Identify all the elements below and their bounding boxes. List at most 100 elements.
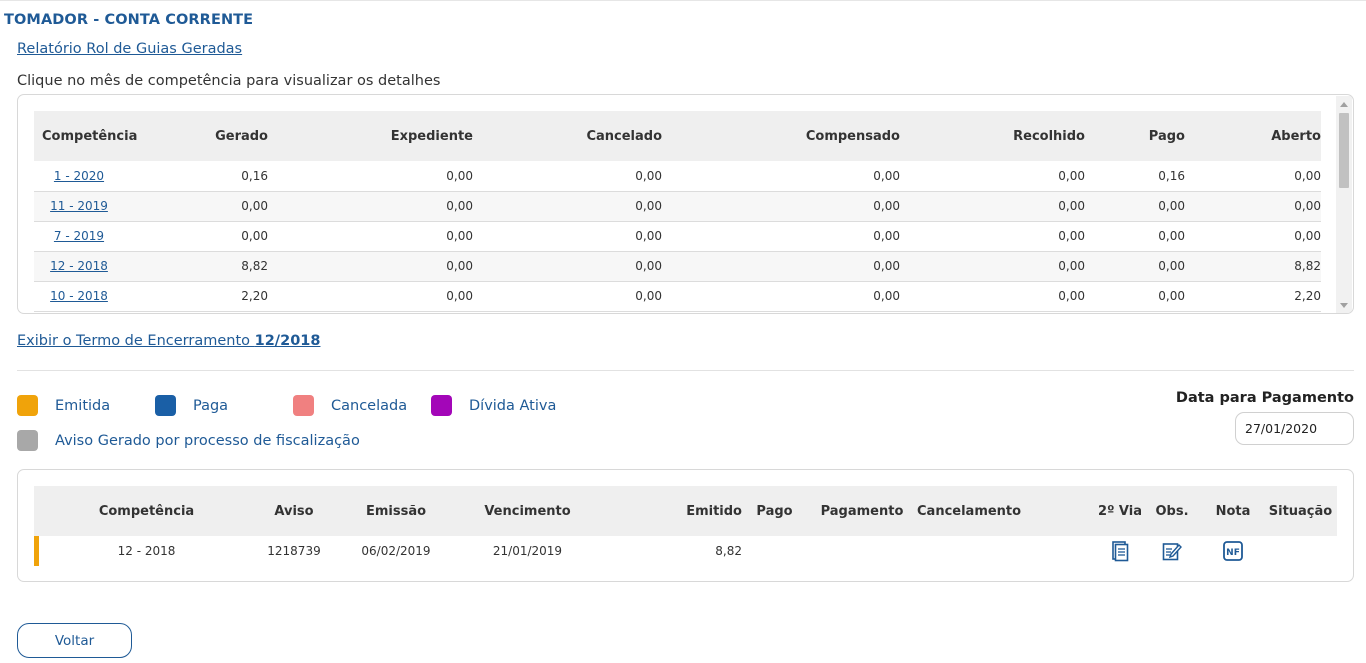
closing-term-period: 12/2018	[254, 333, 321, 349]
cell-pago	[742, 536, 807, 566]
nf-icon[interactable]: NF	[1223, 541, 1243, 561]
cell-competencia: 7 - 2019	[34, 221, 124, 252]
col-nota: Nota	[1202, 486, 1264, 536]
scroll-up-arrow-icon[interactable]	[1340, 102, 1348, 107]
col-pago: Pago	[742, 486, 807, 536]
col-cancelamento: Cancelamento	[917, 486, 1027, 536]
cell-recolhido: 0,00	[900, 281, 1085, 312]
cell-pago: 0,00	[1085, 281, 1185, 312]
col-competencia: Competência	[39, 486, 254, 536]
table-row: 12 - 2018 8,82 0,00 0,00 0,00 0,00 0,00 8,82	[34, 251, 1321, 282]
cell-compensado: 0,00	[662, 191, 900, 222]
cell-recolhido: 0,00	[900, 161, 1085, 192]
cell-situacao	[1264, 536, 1337, 566]
table-row: 10 - 2018 2,20 0,00 0,00 0,00 0,00 0,00 2,20	[34, 281, 1321, 312]
document-icon[interactable]	[1111, 540, 1129, 562]
cell-cancelamento	[917, 536, 1027, 566]
cell-compensado: 0,00	[662, 161, 900, 192]
cell-pago: 0,00	[1085, 251, 1185, 282]
cell-aviso: 1218739	[267, 544, 321, 558]
report-guides-link[interactable]: Relatório Rol de Guias Geradas	[17, 41, 242, 57]
col-competencia: Competência	[34, 111, 137, 161]
hint-text: Clique no mês de competência para visual…	[17, 73, 441, 89]
cell-compensado: 0,00	[662, 221, 900, 252]
cell-cancelado: 0,00	[473, 161, 662, 192]
legend-paga: Paga	[155, 395, 228, 416]
section-divider	[17, 370, 1354, 371]
col-pago: Pago	[1085, 111, 1185, 161]
guides-header-row: Competência Aviso Emissão Vencimento Emi…	[34, 486, 1337, 536]
cell-gerado: 0,16	[124, 161, 268, 192]
table-row: 1 - 2020 0,16 0,00 0,00 0,00 0,00 0,16 0,00	[34, 161, 1321, 192]
legend-emitida: Emitida	[17, 395, 110, 416]
col-vencimento: Vencimento	[458, 486, 597, 536]
col-gerado: Gerado	[124, 111, 268, 161]
cell-expediente: 0,00	[268, 221, 473, 252]
cell-recolhido: 0,00	[900, 221, 1085, 252]
col-aberto: Aberto	[1185, 111, 1321, 161]
competence-link[interactable]: 11 - 2019	[50, 199, 108, 213]
guides-table: Competência Aviso Emissão Vencimento Emi…	[34, 486, 1337, 566]
scroll-down-arrow-icon[interactable]	[1340, 303, 1348, 308]
cell-expediente: 0,00	[268, 161, 473, 192]
legend-label: Emitida	[55, 397, 111, 414]
legend-swatch-aviso	[17, 430, 38, 451]
cell-expediente: 0,00	[268, 251, 473, 282]
competence-link[interactable]: 12 - 2018	[50, 259, 108, 273]
col-aviso: Aviso	[254, 486, 334, 536]
cell-gerado: 2,20	[124, 281, 268, 312]
table-row: 12 - 2018 1218739 06/02/2019 21/01/2019 …	[34, 536, 1337, 566]
legend-label: Dívida Ativa	[469, 397, 557, 414]
col-2via: 2º Via	[1027, 486, 1142, 536]
cell-obs	[1142, 536, 1202, 566]
col-expediente: Expediente	[268, 111, 473, 161]
col-recolhido: Recolhido	[900, 111, 1085, 161]
cell-vencimento: 21/01/2019	[492, 544, 563, 558]
cell-2via	[1027, 536, 1142, 566]
cell-compensado: 0,00	[662, 281, 900, 312]
competence-link[interactable]: 7 - 2019	[54, 229, 104, 243]
cell-aberto: 2,20	[1185, 281, 1321, 312]
col-cancelado: Cancelado	[473, 111, 662, 161]
cell-cancelado: 0,00	[473, 191, 662, 222]
table-row: 11 - 2019 0,00 0,00 0,00 0,00 0,00 0,00 0,00	[34, 191, 1321, 222]
col-emitido: Emitido	[597, 486, 742, 536]
closing-term-link[interactable]: Exibir o Termo de Encerramento 12/2018	[17, 333, 320, 349]
payment-date-label: Data para Pagamento	[1175, 390, 1354, 406]
legend-swatch-divida-ativa	[431, 395, 452, 416]
cell-competencia: 12 - 2018	[117, 544, 176, 558]
back-button[interactable]: Voltar	[17, 623, 132, 658]
legend-cancelada: Cancelada	[293, 395, 407, 416]
competence-link[interactable]: 10 - 2018	[50, 289, 108, 303]
competence-link[interactable]: 1 - 2020	[54, 169, 104, 183]
scroll-thumb[interactable]	[1339, 113, 1349, 188]
cell-aberto: 8,82	[1185, 251, 1321, 282]
legend-swatch-emitida	[17, 395, 38, 416]
closing-term-label: Exibir o Termo de Encerramento	[17, 333, 255, 349]
cell-pago: 0,00	[1085, 191, 1185, 222]
table-scrollbar[interactable]	[1336, 96, 1352, 313]
cell-expediente: 0,00	[268, 191, 473, 222]
legend-label: Aviso Gerado por processo de fiscalizaçã…	[55, 432, 360, 449]
cell-gerado: 0,00	[124, 221, 268, 252]
col-emissao: Emissão	[334, 486, 458, 536]
table-row: 7 - 2019 0,00 0,00 0,00 0,00 0,00 0,00 0,00	[34, 221, 1321, 252]
cell-competencia: 11 - 2019	[34, 191, 124, 222]
cell-aberto: 0,00	[1185, 221, 1321, 252]
competence-table: Competência Gerado Expediente Cancelado …	[34, 111, 1321, 312]
legend-divida-ativa: Dívida Ativa	[431, 395, 556, 416]
page-title: TOMADOR - CONTA CORRENTE	[4, 12, 254, 28]
col-pagamento: Pagamento	[807, 486, 917, 536]
cell-nota: NF	[1202, 536, 1264, 566]
cell-cancelado: 0,00	[473, 281, 662, 312]
cell-aberto: 0,00	[1185, 161, 1321, 192]
cell-compensado: 0,00	[662, 251, 900, 282]
col-situacao: Situação	[1264, 486, 1337, 536]
payment-date-input[interactable]	[1235, 412, 1354, 445]
edit-note-icon[interactable]	[1162, 541, 1182, 561]
top-divider	[0, 0, 1366, 1]
cell-gerado: 0,00	[124, 191, 268, 222]
cell-competencia: 10 - 2018	[34, 281, 124, 312]
cell-pago: 0,16	[1085, 161, 1185, 192]
cell-competencia: 1 - 2020	[34, 161, 124, 192]
